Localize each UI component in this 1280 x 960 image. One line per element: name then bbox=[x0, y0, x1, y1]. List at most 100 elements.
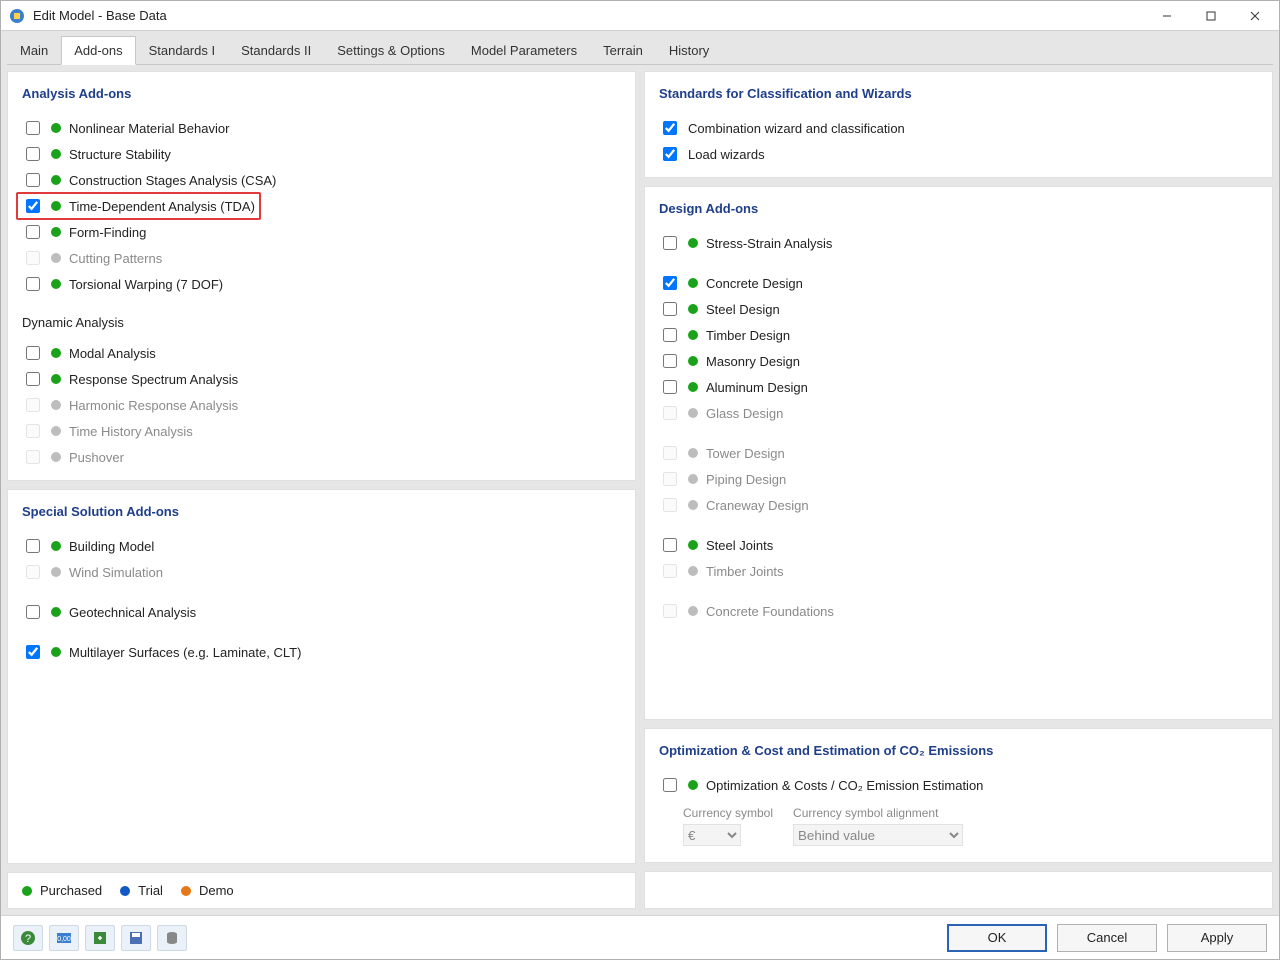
tab-strip: Main Add-ons Standards I Standards II Se… bbox=[7, 37, 1273, 65]
status-icon bbox=[51, 607, 61, 617]
legend-trial-icon bbox=[120, 886, 130, 896]
section-analysis-title: Analysis Add-ons bbox=[22, 86, 621, 101]
tab-model-parameters[interactable]: Model Parameters bbox=[458, 36, 590, 64]
label-stress-strain: Stress-Strain Analysis bbox=[706, 236, 832, 251]
label-pushover: Pushover bbox=[69, 450, 124, 465]
checkbox-timehist bbox=[26, 424, 40, 438]
tab-standards-ii[interactable]: Standards II bbox=[228, 36, 324, 64]
label-timehist: Time History Analysis bbox=[69, 424, 193, 439]
status-icon bbox=[51, 374, 61, 384]
label-torsional: Torsional Warping (7 DOF) bbox=[69, 277, 223, 292]
checkbox-aluminum[interactable] bbox=[663, 380, 677, 394]
checkbox-tda[interactable] bbox=[26, 199, 40, 213]
highlight-tda: Time-Dependent Analysis (TDA) bbox=[16, 192, 261, 220]
checkbox-load-wizard[interactable] bbox=[663, 147, 677, 161]
checkbox-nonlinear[interactable] bbox=[26, 121, 40, 135]
checkbox-combo-wizard[interactable] bbox=[663, 121, 677, 135]
label-tower: Tower Design bbox=[706, 446, 785, 461]
status-icon bbox=[51, 567, 61, 577]
currency-symbol-select: € bbox=[683, 824, 741, 846]
tab-addons[interactable]: Add-ons bbox=[61, 36, 135, 65]
status-icon bbox=[688, 382, 698, 392]
label-response: Response Spectrum Analysis bbox=[69, 372, 238, 387]
dialog-footer: ? 0,00 OK Cancel Apply bbox=[1, 915, 1279, 959]
status-icon bbox=[51, 541, 61, 551]
status-icon bbox=[51, 279, 61, 289]
checkbox-steel-joints[interactable] bbox=[663, 538, 677, 552]
checkbox-wind bbox=[26, 565, 40, 579]
export-button[interactable] bbox=[85, 925, 115, 951]
svg-text:0,00: 0,00 bbox=[57, 936, 71, 943]
label-geo: Geotechnical Analysis bbox=[69, 605, 196, 620]
checkbox-concrete[interactable] bbox=[663, 276, 677, 290]
label-cutting: Cutting Patterns bbox=[69, 251, 162, 266]
status-icon bbox=[688, 238, 698, 248]
cancel-button[interactable]: Cancel bbox=[1057, 924, 1157, 952]
checkbox-optcost[interactable] bbox=[663, 778, 677, 792]
tab-standards-i[interactable]: Standards I bbox=[136, 36, 229, 64]
checkbox-formfinding[interactable] bbox=[26, 225, 40, 239]
panel-empty-footer bbox=[644, 871, 1273, 909]
label-wind: Wind Simulation bbox=[69, 565, 163, 580]
panel-standards-wizards: Standards for Classification and Wizards… bbox=[644, 71, 1273, 178]
checkbox-timber[interactable] bbox=[663, 328, 677, 342]
label-multilayer: Multilayer Surfaces (e.g. Laminate, CLT) bbox=[69, 645, 301, 660]
save-button[interactable] bbox=[121, 925, 151, 951]
label-building: Building Model bbox=[69, 539, 154, 554]
currency-align-select: Behind value bbox=[793, 824, 963, 846]
label-concrete: Concrete Design bbox=[706, 276, 803, 291]
tab-terrain[interactable]: Terrain bbox=[590, 36, 656, 64]
legend-purchased: Purchased bbox=[40, 883, 102, 898]
status-icon bbox=[51, 348, 61, 358]
ok-button[interactable]: OK bbox=[947, 924, 1047, 952]
section-optim-title: Optimization & Cost and Estimation of CO… bbox=[659, 743, 1258, 758]
label-harmonic: Harmonic Response Analysis bbox=[69, 398, 238, 413]
checkbox-multilayer[interactable] bbox=[26, 645, 40, 659]
tab-history[interactable]: History bbox=[656, 36, 722, 64]
status-icon bbox=[688, 500, 698, 510]
legend-demo-icon bbox=[181, 886, 191, 896]
checkbox-steel[interactable] bbox=[663, 302, 677, 316]
label-csa: Construction Stages Analysis (CSA) bbox=[69, 173, 276, 188]
title-bar: Edit Model - Base Data bbox=[1, 1, 1279, 31]
database-button[interactable] bbox=[157, 925, 187, 951]
status-icon bbox=[51, 149, 61, 159]
maximize-button[interactable] bbox=[1189, 2, 1233, 30]
checkbox-harmonic bbox=[26, 398, 40, 412]
units-button[interactable]: 0,00 bbox=[49, 925, 79, 951]
checkbox-stress-strain[interactable] bbox=[663, 236, 677, 250]
close-button[interactable] bbox=[1233, 2, 1277, 30]
checkbox-torsional[interactable] bbox=[26, 277, 40, 291]
checkbox-masonry[interactable] bbox=[663, 354, 677, 368]
panel-legend: Purchased Trial Demo bbox=[7, 872, 636, 909]
label-aluminum: Aluminum Design bbox=[706, 380, 808, 395]
checkbox-geo[interactable] bbox=[26, 605, 40, 619]
status-icon bbox=[51, 175, 61, 185]
status-icon bbox=[51, 452, 61, 462]
checkbox-modal[interactable] bbox=[26, 346, 40, 360]
checkbox-piping bbox=[663, 472, 677, 486]
status-icon bbox=[51, 426, 61, 436]
checkbox-response[interactable] bbox=[26, 372, 40, 386]
section-design-title: Design Add-ons bbox=[659, 201, 1258, 216]
apply-button[interactable]: Apply bbox=[1167, 924, 1267, 952]
checkbox-stability[interactable] bbox=[26, 147, 40, 161]
tab-settings-options[interactable]: Settings & Options bbox=[324, 36, 458, 64]
status-icon bbox=[51, 253, 61, 263]
checkbox-craneway bbox=[663, 498, 677, 512]
minimize-button[interactable] bbox=[1145, 2, 1189, 30]
panel-design-addons: Design Add-ons Stress-Strain Analysis Co… bbox=[644, 186, 1273, 720]
label-combo-wizard: Combination wizard and classification bbox=[688, 121, 905, 136]
label-concrete-foundations: Concrete Foundations bbox=[706, 604, 834, 619]
status-icon bbox=[51, 400, 61, 410]
currency-align-label: Currency symbol alignment bbox=[793, 806, 963, 820]
status-icon bbox=[688, 330, 698, 340]
help-button[interactable]: ? bbox=[13, 925, 43, 951]
panel-analysis-addons: Analysis Add-ons Nonlinear Material Beha… bbox=[7, 71, 636, 481]
checkbox-timber-joints bbox=[663, 564, 677, 578]
checkbox-tower bbox=[663, 446, 677, 460]
label-timber-joints: Timber Joints bbox=[706, 564, 784, 579]
checkbox-csa[interactable] bbox=[26, 173, 40, 187]
tab-main[interactable]: Main bbox=[7, 36, 61, 64]
checkbox-building[interactable] bbox=[26, 539, 40, 553]
